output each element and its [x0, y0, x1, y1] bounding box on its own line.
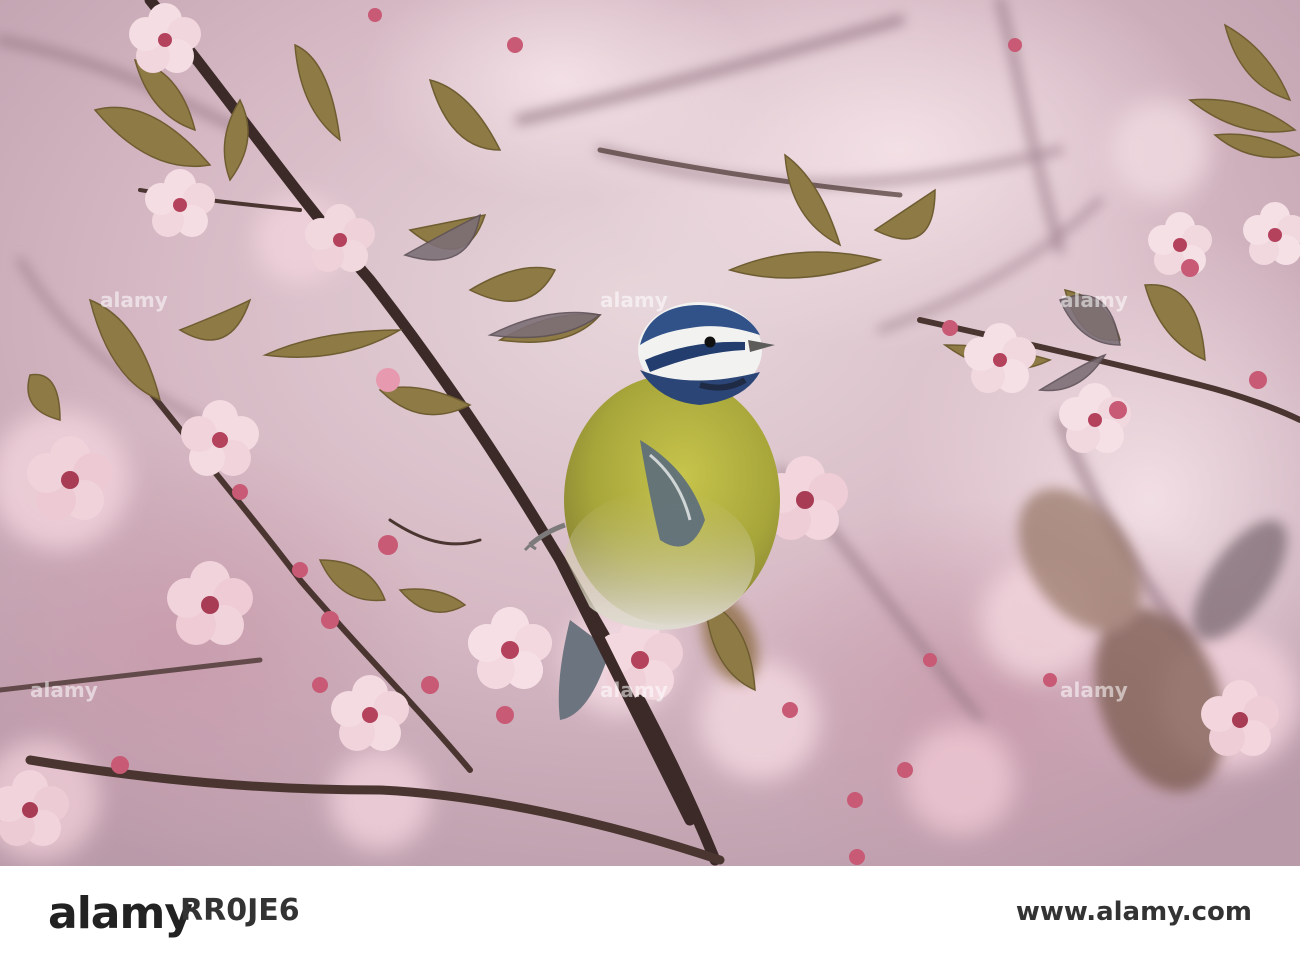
- stock-photo-frame: alamy alamy alamy alamy alamy alamy alam…: [0, 0, 1300, 956]
- site-url: www.alamy.com: [1015, 897, 1252, 927]
- photo-illustration: [0, 0, 1300, 866]
- alamy-logo: alamy: [48, 888, 193, 939]
- image-id: RR0JE6: [180, 893, 300, 928]
- photo: alamy alamy alamy alamy alamy alamy: [0, 0, 1300, 866]
- watermark-footer: alamy RR0JE6 www.alamy.com: [0, 866, 1300, 956]
